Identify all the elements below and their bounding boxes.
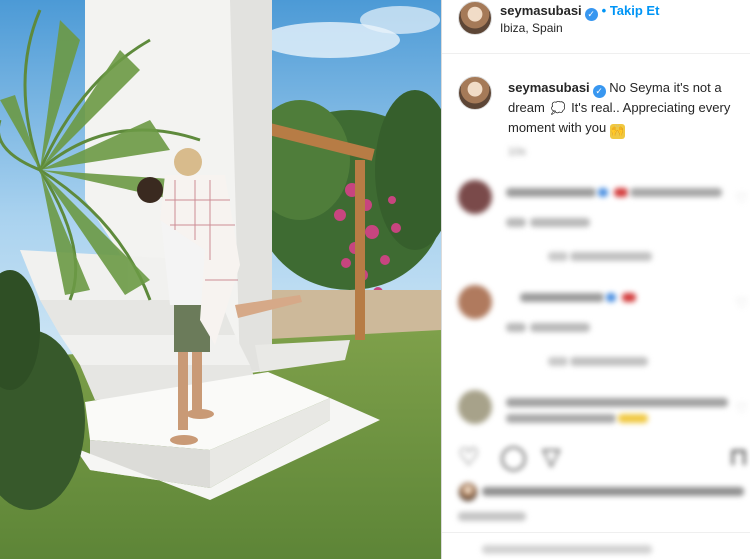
- blurred-emoji: [606, 293, 616, 302]
- blurred-comment-text: [506, 188, 596, 197]
- header-user-line: seymasubasi ✓ • Takip Et: [500, 2, 659, 21]
- caption-text: seymasubasi ✓ No Seyma it's not a dream 💭…: [508, 78, 748, 139]
- blurred-reply-line[interactable]: [570, 357, 648, 366]
- avatar[interactable]: [458, 180, 492, 214]
- blurred-emoji: [622, 293, 636, 302]
- blurred-reply-line: [548, 357, 568, 366]
- list-item: ♡: [458, 285, 748, 366]
- blurred-emoji: [618, 414, 648, 423]
- avatar[interactable]: [458, 1, 492, 35]
- caption-timestamp: 10s: [508, 146, 526, 158]
- blurred-reply-line[interactable]: [570, 252, 652, 261]
- blurred-emoji: [598, 188, 608, 197]
- post-header: seymasubasi ✓ • Takip Et Ibiza, Spain: [442, 0, 750, 54]
- verified-badge-icon: ✓: [584, 8, 598, 21]
- comment-input[interactable]: [482, 545, 652, 554]
- action-bar: ♡ ◯ ▽ ⊓: [458, 443, 748, 473]
- like-heart-icon[interactable]: ♡: [458, 443, 480, 472]
- verified-badge-icon: ✓: [592, 85, 606, 98]
- list-item: ♡: [458, 180, 748, 261]
- blurred-emoji: [614, 188, 628, 197]
- bookmark-icon[interactable]: ⊓: [729, 443, 748, 472]
- blurred-comment-meta: [506, 323, 526, 332]
- blurred-comment-text: [520, 293, 604, 302]
- comment-heart-icon[interactable]: ♡: [735, 295, 748, 312]
- avatar[interactable]: [458, 482, 478, 502]
- post-photo[interactable]: [0, 0, 441, 559]
- blurred-reply-line: [548, 252, 568, 261]
- follow-button[interactable]: • Takip Et: [602, 3, 660, 18]
- add-comment-bar[interactable]: [442, 532, 750, 559]
- blurred-comment-text: [506, 398, 728, 407]
- raised-hands-emoji: 🙌: [609, 124, 625, 139]
- blurred-comment-meta: [530, 218, 590, 227]
- blurred-date-text: [458, 512, 526, 521]
- blurred-likes-text[interactable]: [482, 487, 744, 496]
- blurred-comment-text: [630, 188, 722, 197]
- thought-bubble-emoji: 💭: [550, 101, 566, 115]
- avatar[interactable]: [458, 285, 492, 319]
- caption-avatar[interactable]: [458, 76, 492, 110]
- blurred-comment-meta: [506, 218, 526, 227]
- blurred-comment-meta: [530, 323, 590, 332]
- blurred-comment-text: [506, 414, 616, 423]
- likes-row: [458, 480, 748, 502]
- comment-icon[interactable]: ◯: [500, 443, 527, 472]
- share-icon[interactable]: ▽: [542, 443, 560, 472]
- username-link[interactable]: seymasubasi: [500, 3, 582, 18]
- comment-heart-icon[interactable]: ♡: [735, 400, 748, 417]
- avatar[interactable]: [458, 390, 492, 424]
- comment-heart-icon[interactable]: ♡: [735, 190, 748, 207]
- location-link[interactable]: Ibiza, Spain: [500, 21, 563, 35]
- post-sidebar: seymasubasi ✓ • Takip Et Ibiza, Spain seym…: [441, 0, 750, 559]
- caption-username[interactable]: seymasubasi: [508, 80, 590, 95]
